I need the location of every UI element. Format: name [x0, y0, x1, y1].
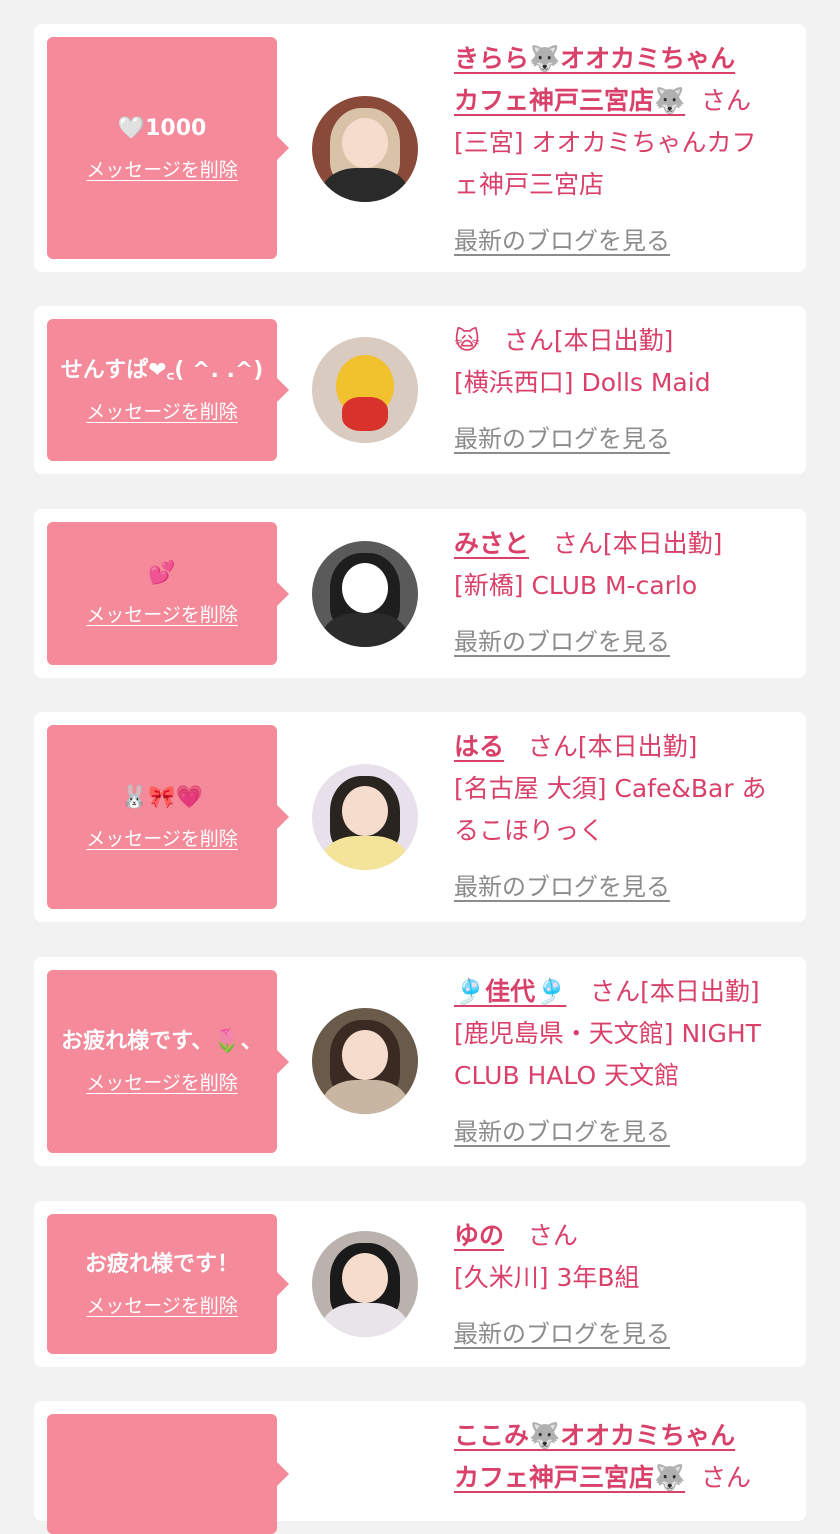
avatar[interactable] — [312, 1008, 418, 1114]
san-label: さん — [701, 1463, 752, 1492]
san-label: さん — [552, 529, 603, 558]
san-label: さん — [527, 732, 578, 761]
message-bubble: お疲れ様です！ メッセージを削除 — [47, 1214, 289, 1354]
cast-info: ゆの さん [久米川] 3年B組 最新のブログを見る — [454, 1215, 794, 1355]
san-label: さん — [701, 86, 752, 115]
cast-info: 🎐佳代🎐 さん[本日出勤] [鹿児島県・天文館] NIGHT CLUB HALO… — [454, 971, 794, 1153]
favorite-card: お疲れ様です、🌷、 メッセージを削除 🎐佳代🎐 さん[本日出勤] [鹿児島県・天… — [34, 957, 806, 1166]
favorite-card: ここみ🐺オオカミちゃん カフェ神戸三宮店🐺 さん — [34, 1401, 806, 1534]
delete-message-link[interactable]: メッセージを削除 — [86, 824, 238, 851]
cast-name-link[interactable]: みさと — [454, 529, 529, 558]
message-bubble: せんすぱ❤︎꜀( ^. .^) メッセージを削除 — [47, 319, 289, 461]
latest-blog-link[interactable]: 最新のブログを見る — [454, 227, 670, 255]
avatar[interactable] — [312, 541, 418, 647]
avatar[interactable] — [312, 1231, 418, 1337]
shop-name-cont: るこほりっく — [454, 816, 605, 845]
shop-name-cont: CLUB HALO 天文館 — [454, 1061, 680, 1090]
cast-info: みさと さん[本日出勤] [新橋] CLUB M-carlo 最新のブログを見る — [454, 523, 794, 663]
cast-name-link-cont[interactable]: カフェ神戸三宮店🐺 — [454, 1463, 685, 1492]
delete-message-link[interactable]: メッセージを削除 — [86, 397, 238, 424]
shop-name: [新橋] CLUB M-carlo — [454, 571, 698, 600]
shop-name: [鹿児島県・天文館] NIGHT — [454, 1019, 761, 1048]
favorite-card: 🐰🎀💗 メッセージを削除 はる さん[本日出勤] [名古屋 大須] Cafe&B… — [34, 712, 806, 922]
shop-name: [横浜西口] Dolls Maid — [454, 368, 711, 397]
cast-name-link[interactable]: きらら🐺オオカミちゃん — [454, 44, 735, 73]
status-badge: [本日出勤] — [640, 977, 760, 1006]
message-bubble: 🐰🎀💗 メッセージを削除 — [47, 725, 289, 909]
shop-name: [三宮] オオカミちゃんカフ — [454, 128, 757, 157]
delete-message-link[interactable]: メッセージを削除 — [86, 1068, 238, 1095]
cast-name-emoji[interactable]: 🙀 — [454, 326, 480, 355]
message-text: 💕 — [148, 561, 176, 586]
favorite-card: お疲れ様です！ メッセージを削除 ゆの さん [久米川] 3年B組 最新のブログ… — [34, 1201, 806, 1367]
message-text: お疲れ様です、🌷、 — [61, 1029, 263, 1054]
status-badge: [本日出勤] — [602, 529, 723, 558]
shop-name: [久米川] 3年B組 — [454, 1263, 640, 1292]
cast-info: はる さん[本日出勤] [名古屋 大須] Cafe&Bar あ るこほりっく 最… — [454, 726, 794, 908]
san-label: さん — [527, 1221, 578, 1250]
status-badge: [本日出勤] — [553, 326, 674, 355]
favorite-card: せんすぱ❤︎꜀( ^. .^) メッセージを削除 🙀 さん[本日出勤] [横浜西… — [34, 306, 806, 474]
message-bubble: お疲れ様です、🌷、 メッセージを削除 — [47, 970, 289, 1153]
message-text: せんすぱ❤︎꜀( ^. .^) — [60, 357, 264, 383]
favorite-card: 🤍1000 メッセージを削除 きらら🐺オオカミちゃん カフェ神戸三宮店🐺 さん … — [34, 24, 806, 272]
message-text: お疲れ様です！ — [84, 1251, 239, 1277]
delete-message-link[interactable]: メッセージを削除 — [86, 1291, 238, 1318]
latest-blog-link[interactable]: 最新のブログを見る — [454, 1118, 670, 1146]
delete-message-link[interactable]: メッセージを削除 — [86, 600, 238, 627]
cast-info: ここみ🐺オオカミちゃん カフェ神戸三宮店🐺 さん — [454, 1415, 794, 1499]
latest-blog-link[interactable]: 最新のブログを見る — [454, 1320, 670, 1348]
message-bubble: 💕 メッセージを削除 — [47, 522, 289, 665]
message-text: 🤍1000 — [117, 115, 207, 141]
message-bubble — [47, 1414, 289, 1534]
latest-blog-link[interactable]: 最新のブログを見る — [454, 628, 670, 656]
latest-blog-link[interactable]: 最新のブログを見る — [454, 425, 670, 453]
favorite-card: 💕 メッセージを削除 みさと さん[本日出勤] [新橋] CLUB M-carl… — [34, 509, 806, 678]
latest-blog-link[interactable]: 最新のブログを見る — [454, 873, 670, 901]
cast-info: 🙀 さん[本日出勤] [横浜西口] Dolls Maid 最新のブログを見る — [454, 320, 794, 460]
cast-info: きらら🐺オオカミちゃん カフェ神戸三宮店🐺 さん [三宮] オオカミちゃんカフ … — [454, 38, 794, 262]
shop-name-cont: ェ神戸三宮店 — [454, 170, 605, 199]
cast-name-link[interactable]: ゆの — [454, 1221, 504, 1250]
cast-name-link[interactable]: はる — [454, 732, 504, 761]
cast-name-link-cont[interactable]: カフェ神戸三宮店🐺 — [454, 86, 685, 115]
cast-name-link[interactable]: 🎐佳代🎐 — [454, 977, 566, 1006]
avatar[interactable] — [312, 96, 418, 202]
message-text: 🐰🎀💗 — [120, 784, 204, 810]
avatar[interactable] — [312, 337, 418, 443]
shop-name: [名古屋 大須] Cafe&Bar あ — [454, 774, 767, 803]
status-badge: [本日出勤] — [577, 732, 698, 761]
cast-name-link[interactable]: ここみ🐺オオカミちゃん — [454, 1421, 735, 1450]
avatar[interactable] — [312, 764, 418, 870]
message-bubble: 🤍1000 メッセージを削除 — [47, 37, 289, 259]
san-label: さん — [503, 326, 554, 355]
san-label: さん — [590, 977, 641, 1006]
delete-message-link[interactable]: メッセージを削除 — [86, 155, 238, 182]
